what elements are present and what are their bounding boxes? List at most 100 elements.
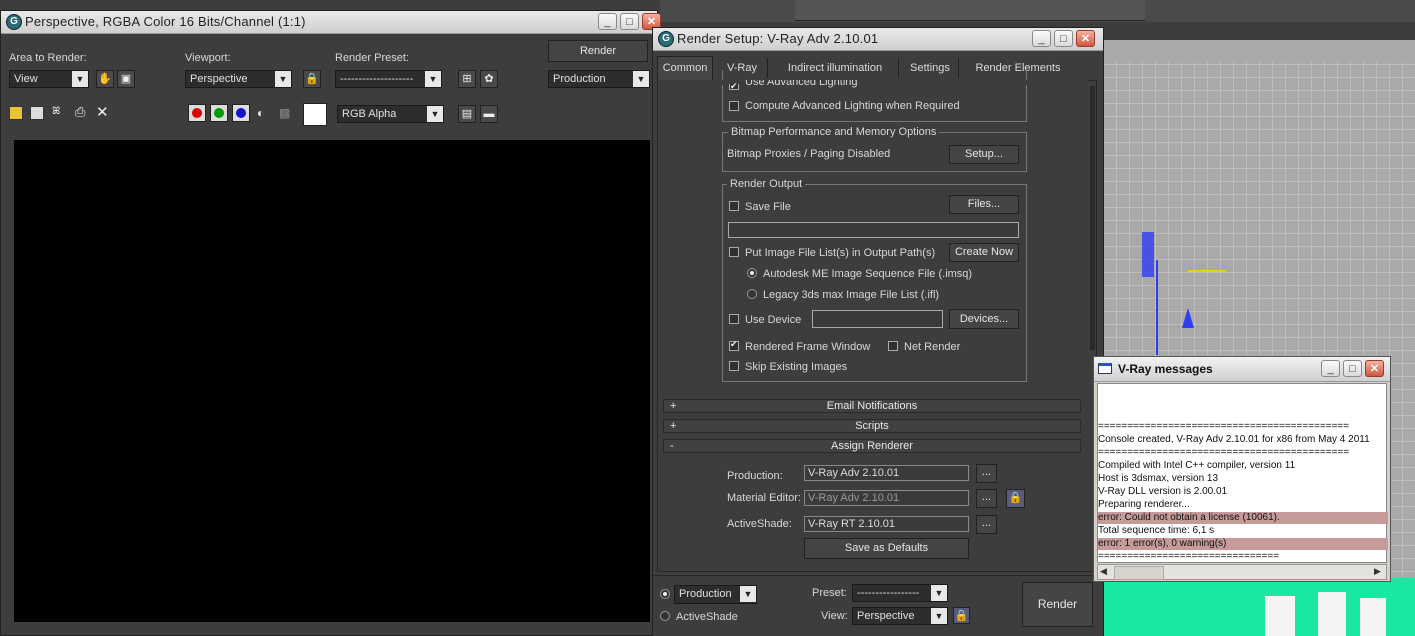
net-render-checkbox[interactable] — [888, 341, 898, 351]
rollout-assign-renderer[interactable]: - Assign Renderer — [663, 439, 1081, 453]
vray-hscrollbar[interactable]: ◀ ▶ — [1097, 564, 1387, 580]
channel-dropdown[interactable]: RGB Alpha ▼ — [337, 105, 444, 123]
minimize-button[interactable]: _ — [1032, 30, 1051, 47]
log-line-error: error: 1 error(s), 0 warning(s) — [1098, 538, 1388, 550]
autodesk-me-radio[interactable] — [747, 268, 757, 278]
production-mode-dropdown[interactable]: Production ▼ — [548, 70, 650, 88]
save-file-checkbox[interactable] — [729, 201, 739, 211]
use-advanced-lighting-checkbox[interactable] — [729, 81, 739, 92]
production-browse-button[interactable]: ... — [976, 464, 997, 483]
log-line: ========================================… — [1098, 447, 1350, 458]
window-icon — [1098, 363, 1112, 374]
red-channel-button[interactable] — [188, 104, 206, 122]
maximize-button[interactable]: □ — [1343, 360, 1362, 377]
clear-icon[interactable]: ✕ — [96, 103, 109, 121]
put-image-list-checkbox[interactable] — [729, 247, 739, 257]
scroll-left-icon[interactable]: ◀ — [1100, 566, 1107, 577]
activeshade-renderer-field: V-Ray RT 2.10.01 — [804, 516, 969, 532]
alpha-icon[interactable]: ◐ — [257, 106, 264, 120]
clone-window-icon[interactable]: ꕤ — [52, 106, 66, 118]
production-radio[interactable] — [660, 589, 670, 599]
skip-existing-checkbox[interactable] — [729, 361, 739, 371]
save-as-defaults-button[interactable]: Save as Defaults — [804, 538, 969, 559]
log-line: Console created, V-Ray Adv 2.10.01 for x… — [1098, 434, 1370, 445]
rollout-scripts[interactable]: + Scripts — [663, 419, 1081, 433]
output-path-field[interactable] — [728, 222, 1019, 238]
area-to-render-dropdown[interactable]: View ▼ — [9, 70, 89, 88]
legacy-list-radio[interactable] — [747, 289, 757, 299]
lock-icon[interactable]: 🔒 — [953, 607, 970, 624]
minimize-button[interactable]: _ — [1321, 360, 1340, 377]
toolbar-icon-group[interactable] — [795, 0, 1145, 21]
device-field[interactable] — [812, 310, 943, 328]
environment-icon[interactable]: ✿ — [480, 70, 498, 88]
advanced-lighting-group — [722, 70, 1027, 122]
devices-button[interactable]: Devices... — [949, 309, 1019, 329]
rollout-scripts-label: Scripts — [855, 420, 889, 432]
save-image-icon[interactable] — [9, 106, 23, 120]
scroll-thumb[interactable] — [1114, 566, 1164, 580]
preset-footer-dropdown[interactable]: ----------------- ▼ — [852, 584, 948, 602]
files-button[interactable]: Files... — [949, 195, 1019, 214]
compute-advanced-lighting-checkbox[interactable] — [729, 101, 739, 111]
use-device-checkbox[interactable] — [729, 314, 739, 324]
region-icon[interactable]: ▣ — [117, 70, 135, 88]
green-channel-button[interactable] — [210, 104, 228, 122]
render-preset-dropdown[interactable]: -------------------- ▼ — [335, 70, 442, 88]
copy-image-icon[interactable] — [30, 106, 44, 120]
render-button[interactable]: Render — [1022, 582, 1093, 627]
channel-value: RGB Alpha — [342, 108, 397, 120]
setup-button[interactable]: Setup... — [949, 145, 1019, 164]
toggle-ui-icon[interactable]: ▬ — [480, 105, 498, 123]
viewport-dropdown[interactable]: Perspective ▼ — [185, 70, 292, 88]
close-button[interactable]: ✕ — [1365, 360, 1384, 377]
lock-icon[interactable]: 🔒 — [1006, 489, 1025, 508]
swatch-color[interactable] — [303, 103, 327, 126]
log-line: Preparing renderer... — [1098, 499, 1190, 510]
render-preset-label: Render Preset: — [335, 52, 409, 64]
render-setup-icon[interactable]: ⊞ — [458, 70, 476, 88]
maximize-button[interactable]: □ — [620, 13, 639, 30]
panel-scrollbar[interactable] — [1090, 86, 1095, 350]
frame-render-button[interactable]: Render — [548, 40, 648, 62]
view-footer-dropdown[interactable]: Perspective ▼ — [852, 607, 948, 625]
material-editor-browse-button[interactable]: ... — [976, 489, 997, 508]
maximize-button[interactable]: □ — [1054, 30, 1073, 47]
frame-window-titlebar[interactable]: G Perspective, RGBA Color 16 Bits/Channe… — [1, 11, 661, 34]
skip-existing-label: Skip Existing Images — [745, 361, 848, 373]
production-footer-dropdown[interactable]: Production ▼ — [674, 585, 757, 604]
log-line: Host is 3dsmax, version 13 — [1098, 473, 1219, 484]
area-to-render-value: View — [14, 73, 38, 85]
activeshade-browse-button[interactable]: ... — [976, 515, 997, 534]
vray-messages-titlebar[interactable]: V-Ray messages _ □ ✕ — [1094, 357, 1390, 382]
app-icon: G — [6, 14, 22, 30]
tab-common[interactable]: Common — [657, 56, 713, 80]
material-editor-field: V-Ray Adv 2.10.01 — [804, 490, 969, 506]
minimize-button[interactable]: _ — [598, 13, 617, 30]
blue-line — [1156, 260, 1158, 355]
log-line: Compiled with Intel C++ compiler, versio… — [1098, 460, 1296, 471]
rollout-assign-sign: - — [670, 440, 674, 452]
scroll-right-icon[interactable]: ▶ — [1374, 566, 1381, 577]
render-setup-titlebar[interactable]: G Render Setup: V-Ray Adv 2.10.01 _ □ ✕ — [653, 28, 1103, 51]
activeshade-renderer-label: ActiveShade: — [727, 518, 792, 530]
rendered-frame-window-label: Rendered Frame Window — [745, 341, 871, 353]
create-now-button[interactable]: Create Now — [949, 243, 1019, 262]
close-button[interactable]: ✕ — [1076, 30, 1095, 47]
production-renderer-field: V-Ray Adv 2.10.01 — [804, 465, 969, 481]
toggle-ui-overlay-icon[interactable]: ▤ — [458, 105, 476, 123]
lock-icon[interactable]: 🔒 — [303, 70, 321, 88]
compute-advanced-lighting-label: Compute Advanced Lighting when Required — [745, 100, 960, 112]
print-icon[interactable]: ⎙ — [75, 104, 85, 120]
hand-icon[interactable]: ✋ — [96, 70, 114, 88]
blue-channel-button[interactable] — [232, 104, 250, 122]
view-footer-label: View: — [821, 610, 848, 622]
log-line: Total sequence time: 6,1 s — [1098, 525, 1215, 536]
activeshade-footer-label: ActiveShade — [676, 611, 738, 623]
log-line: V-Ray DLL version is 2.00.01 — [1098, 486, 1228, 497]
material-editor-label: Material Editor: — [727, 492, 801, 504]
mono-icon[interactable]: ▩ — [279, 106, 290, 120]
rendered-frame-window-checkbox[interactable] — [729, 339, 739, 351]
activeshade-radio[interactable] — [660, 611, 670, 621]
rollout-email-notifications[interactable]: + Email Notifications — [663, 399, 1081, 413]
